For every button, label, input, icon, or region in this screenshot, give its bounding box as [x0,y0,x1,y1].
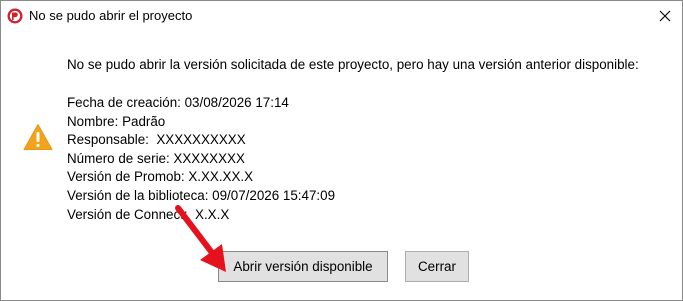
window-title: No se pudo abrir el proyecto [29,8,193,23]
project-info: Fecha de creación: 03/08/2026 17:14 Nomb… [67,94,335,224]
app-icon [7,8,23,24]
info-library-version: Versión de la biblioteca: 09/07/2026 15:… [67,187,336,203]
dialog-message: No se pudo abrir la versión solicitada d… [67,57,639,72]
cancel-button[interactable]: Cerrar [405,251,469,282]
info-serial-number: Número de serie: XXXXXXXX [67,150,245,166]
title-bar[interactable]: No se pudo abrir el proyecto [1,1,682,31]
info-creation-date: Fecha de creación: 03/08/2026 17:14 [67,95,289,110]
info-responsible: Responsable: XXXXXXXXXX [67,132,246,148]
open-available-version-button[interactable]: Abrir versión disponible [218,251,388,282]
info-name: Nombre: Padrão [67,113,166,129]
close-icon [659,10,671,22]
info-connect-version: Versión de Connect: X.X.X [67,206,230,222]
close-button[interactable] [648,1,682,31]
info-promob-version: Versión de Promob: X.XX.XX.X [67,169,254,185]
dialog-window: No se pudo abrir el proyecto No se pudo … [0,0,683,301]
warning-icon [23,124,53,150]
